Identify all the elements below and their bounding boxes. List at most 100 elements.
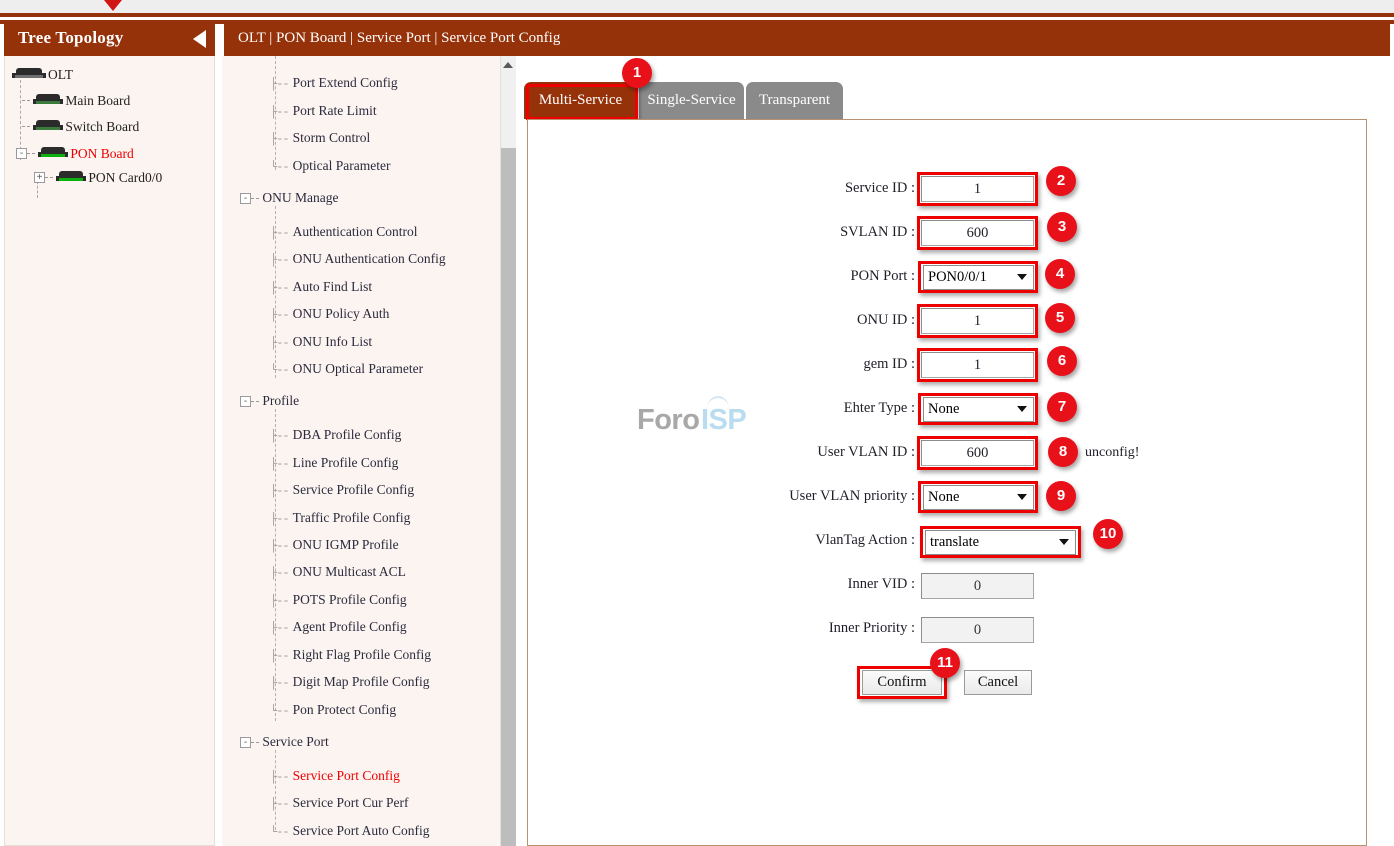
device-icon [56,171,87,184]
menu-item-dba-profile-config[interactable]: ├-- DBA Profile Config [270,427,401,443]
menu-item-line-profile-config[interactable]: ├-- Line Profile Config [270,455,398,471]
device-icon [33,120,64,133]
menu-group-profile[interactable]: - Profile [240,393,299,409]
menu-item-digit-map-profile-config[interactable]: ├-- Digit Map Profile Config [270,674,429,690]
menu-item-label: Authentication Control [292,224,418,239]
input-gem-id[interactable]: 1 [921,352,1034,378]
confirm-button[interactable]: Confirm [862,670,942,695]
menu-item-onu-policy-auth[interactable]: ├-- ONU Policy Auth [270,306,389,322]
menu-item-port-extend-config[interactable]: ├-- Port Extend Config [270,75,398,91]
menu-item-pon-protect-config[interactable]: └-- Pon Protect Config [270,702,396,718]
input-service-id[interactable]: 1 [921,176,1034,202]
field-label-user-vlan-priority: User VLAN priority : [789,488,915,504]
menu-item-label: Service Profile Config [292,482,415,497]
top-grey-strip [0,0,1394,13]
chevron-down-icon [1017,494,1027,500]
tree-expander-minus-icon[interactable]: - [16,148,27,160]
field-hint-user-vlan-id: unconfig! [1085,445,1140,460]
device-icon [33,94,64,107]
tab-transparent[interactable]: Transparent [746,82,843,119]
menu-group-label: Profile [262,393,300,408]
tree-branch-icon: ├-- [270,484,290,498]
field-row-service-id: Service ID : [700,176,915,204]
menu-item-agent-profile-config[interactable]: ├-- Agent Profile Config [270,619,407,635]
menu-item-pots-profile-config[interactable]: ├-- POTS Profile Config [270,592,407,608]
menu-item-onu-authentication-config[interactable]: ├-- ONU Authentication Config [270,251,446,267]
menu-group-onu-manage[interactable]: - ONU Manage [240,190,338,206]
menu-item-onu-multicast-acl[interactable]: ├-- ONU Multicast ACL [270,564,406,580]
tree-expander-minus-icon[interactable]: - [240,737,251,749]
menu-group-service-port[interactable]: - Service Port [240,734,329,750]
menu-item-label: ONU Info List [292,334,373,349]
menu-item-authentication-control[interactable]: ├-- Authentication Control [270,224,417,240]
app-window: Tree Topology OLT Main Board Switch Boar… [0,0,1394,846]
menu-item-storm-control[interactable]: ├-- Storm Control [270,130,370,146]
tree-topology-header: Tree Topology [4,22,215,56]
tree-expander-minus-icon[interactable]: - [240,396,251,408]
select-ehter-type[interactable]: None [923,397,1034,422]
menu-item-service-port-config[interactable]: ├-- Service Port Config [270,768,400,784]
tree-branch-icon: ├-- [270,226,290,240]
menu-item-service-port-cur-perf[interactable]: ├-- Service Port Cur Perf [270,795,408,811]
field-row-svlan-id: SVLAN ID : [700,220,915,248]
select-vlantag-action[interactable]: translate [925,530,1076,555]
tree-expander-plus-icon[interactable]: + [34,172,45,184]
field-label-user-vlan-id: User VLAN ID : [817,444,915,460]
menu-item-optical-parameter[interactable]: └-- Optical Parameter [270,158,390,174]
tree-expander-minus-icon[interactable]: - [240,193,251,205]
tree-branch-icon: ├-- [270,457,290,471]
tab-label: Transparent [758,92,831,108]
input-inner-vid[interactable]: 0 [921,573,1034,599]
navigation-menu-panel: ├-- Port Extend Config ├-- Port Rate Limit… [222,56,516,846]
tree-branch-line [27,152,35,155]
sidebar-item-label: Main Board [65,92,131,108]
input-svlan-id[interactable]: 600 [921,220,1034,246]
field-label-pon-port: PON Port : [850,268,915,284]
menu-item-label: Auto Find List [292,279,373,294]
sidebar-item-main-board[interactable]: Main Board [22,92,130,109]
sidebar-item-pon-card[interactable]: + PON Card0/0 [34,169,162,186]
tab-multi-service[interactable]: Multi-Service [524,82,637,119]
scroll-up-arrow-icon[interactable] [503,62,513,68]
tree-branch-icon: ├-- [270,253,290,267]
field-label-ehter-type: Ehter Type : [843,400,915,416]
field-row-inner-priority: Inner Priority : [700,616,915,644]
menu-item-label: DBA Profile Config [292,427,402,442]
menu-item-auto-find-list[interactable]: ├-- Auto Find List [270,279,372,295]
menu-item-onu-igmp-profile[interactable]: ├-- ONU IGMP Profile [270,537,399,553]
menu-item-label: ONU Authentication Config [292,251,446,266]
sidebar-item-pon-board[interactable]: - PON Board [16,145,134,162]
menu-group-label: Service Port [262,734,329,749]
input-onu-id[interactable]: 1 [921,308,1034,334]
menu-item-label: Traffic Profile Config [292,510,411,525]
sidebar-item-olt[interactable]: OLT [12,66,73,83]
tree-branch-icon: ├-- [270,649,290,663]
input-user-vlan-id[interactable]: 600 [921,440,1034,466]
menu-item-onu-info-list[interactable]: ├-- ONU Info List [270,334,372,350]
collapse-left-arrow-icon[interactable] [193,30,206,48]
menu-item-service-port-auto-config[interactable]: └-- Service Port Auto Config [270,823,429,839]
select-pon-port[interactable]: PON0/0/1 [923,265,1034,290]
field-row-gem-id: gem ID : [700,352,915,380]
cancel-button[interactable]: Cancel [964,670,1032,695]
red-triangle-pointer-icon [104,0,122,11]
tree-branch-icon: └-- [270,704,290,718]
input-inner-priority[interactable]: 0 [921,617,1034,643]
menu-item-label: Service Port Auto Config [292,823,430,838]
select-value-pon-port: PON0/0/1 [928,269,987,285]
menu-item-label: ONU Policy Auth [292,306,390,321]
field-label-gem-id: gem ID : [863,356,915,372]
menu-item-right-flag-profile-config[interactable]: ├-- Right Flag Profile Config [270,647,431,663]
menu-item-label: ONU Multicast ACL [292,564,406,579]
field-label-service-id: Service ID : [844,180,915,196]
tab-single-service[interactable]: Single-Service [639,82,744,119]
menu-item-label: Digit Map Profile Config [292,674,430,689]
select-user-vlan-priority[interactable]: None [923,485,1034,510]
menu-item-traffic-profile-config[interactable]: ├-- Traffic Profile Config [270,510,410,526]
sidebar-item-switch-board[interactable]: Switch Board [22,118,139,135]
menu-item-label: Agent Profile Config [292,619,407,634]
menu-scrollbar-thumb[interactable] [501,148,516,846]
menu-item-onu-optical-parameter[interactable]: └-- ONU Optical Parameter [270,361,423,377]
menu-item-port-rate-limit[interactable]: ├-- Port Rate Limit [270,103,377,119]
menu-item-service-profile-config[interactable]: ├-- Service Profile Config [270,482,414,498]
